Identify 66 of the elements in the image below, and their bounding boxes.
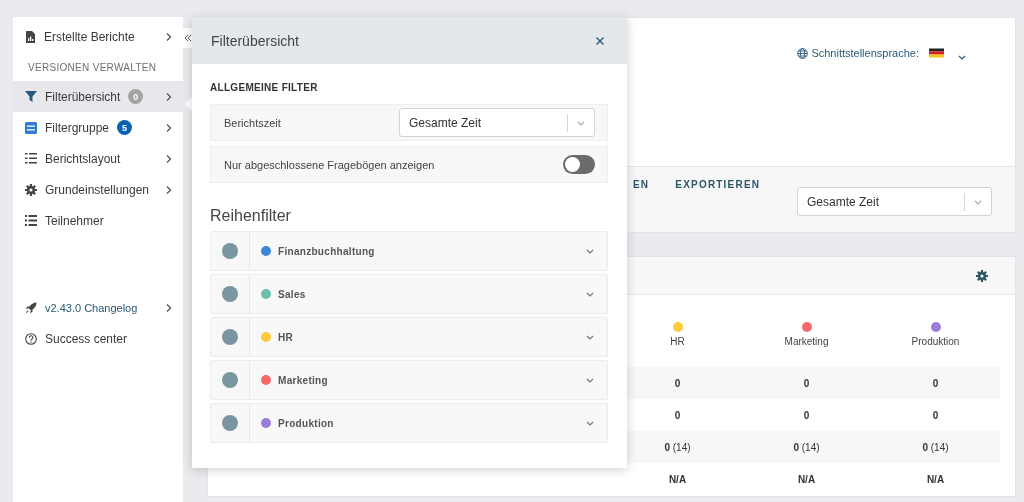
sidebar-item[interactable]: Filterübersicht 0 [13, 81, 183, 112]
status-circle[interactable] [222, 243, 238, 259]
double-chevron-left-icon [183, 34, 192, 42]
table-cell: N/A [926, 473, 945, 485]
sidebar-item[interactable]: v2.43.0 Changelog [13, 292, 183, 323]
sidebar-item[interactable]: Teilnehmer [13, 205, 183, 236]
filter-accordion[interactable]: Sales [210, 274, 608, 314]
flag-icon[interactable] [929, 48, 944, 58]
close-icon[interactable] [595, 35, 605, 46]
column-header: Produktion [911, 336, 960, 347]
section-label: VERSIONEN VERWALTEN [27, 61, 158, 75]
table-cell: 0 [674, 409, 681, 421]
table-cell: 0 [674, 377, 681, 389]
filter-name: HR [278, 331, 295, 343]
report-icon [25, 30, 36, 43]
column-header: HR [670, 336, 685, 347]
count-badge: 5 [117, 120, 133, 135]
table-cell: 0 [803, 409, 810, 421]
tab[interactable]: EXPORTIEREN [675, 179, 761, 195]
status-circle[interactable] [222, 286, 238, 302]
status-circle[interactable] [222, 415, 238, 431]
checklist-icon [25, 153, 37, 164]
status-circle[interactable] [222, 329, 238, 345]
filter-name: Marketing [278, 374, 329, 386]
table-cell: 0 [803, 377, 810, 389]
table-cell: 0 [932, 409, 939, 421]
status-circle[interactable] [222, 372, 238, 388]
filter-label: Nur abgeschlossene Fragebögen anzeigen [224, 158, 436, 171]
settings-icon[interactable] [976, 269, 988, 282]
filter-accordion[interactable]: Produktion [210, 403, 608, 443]
section-heading: Reihenfilter [210, 207, 292, 225]
sidebar-item[interactable]: Grundeinstellungen [13, 174, 183, 205]
rocket-icon [25, 301, 37, 314]
filter-label: Berichtszeit [224, 116, 282, 129]
filter-name: Finanzbuchhaltung [278, 245, 376, 257]
period-select[interactable]: Gesamte Zeit [399, 108, 595, 137]
toggle-switch[interactable] [563, 155, 595, 174]
list-icon [25, 215, 37, 226]
filter-icon [25, 91, 37, 102]
period-select[interactable]: Gesamte Zeit [797, 187, 992, 216]
collapse-button[interactable] [183, 28, 192, 48]
sidebar-item[interactable]: Filtergruppe 5 [13, 112, 183, 143]
section-heading: ALLGEMEINE FILTER [210, 82, 319, 93]
count-badge: 0 [128, 89, 144, 104]
table-cell: 0 [932, 377, 939, 389]
language-label: Schnittstellensprache: [797, 46, 919, 60]
filter-name: Sales [278, 288, 307, 300]
sidebar-item[interactable]: Success center [13, 323, 183, 354]
popover-title: Filterübersicht [211, 32, 300, 49]
sidebar-item[interactable]: Erstellte Berichte [13, 21, 183, 52]
filter-accordion[interactable]: Marketing [210, 360, 608, 400]
table-cell: N/A [797, 473, 816, 485]
sidebar-item[interactable]: Berichtslayout [13, 143, 183, 174]
table-cell: 0 (14) [793, 441, 820, 453]
filter-accordion[interactable]: HR [210, 317, 608, 357]
gear-icon [25, 183, 37, 196]
column-header: Marketing [784, 336, 829, 347]
table-cell: 0 (14) [664, 441, 691, 453]
table-cell: 0 (14) [922, 441, 949, 453]
filter-name: Produktion [278, 417, 335, 429]
sliders-icon [25, 121, 37, 134]
table-cell: N/A [668, 473, 687, 485]
filter-accordion[interactable]: Finanzbuchhaltung [210, 231, 608, 271]
tab[interactable]: EN [633, 179, 650, 195]
help-icon [25, 332, 37, 345]
globe-icon [797, 47, 809, 59]
